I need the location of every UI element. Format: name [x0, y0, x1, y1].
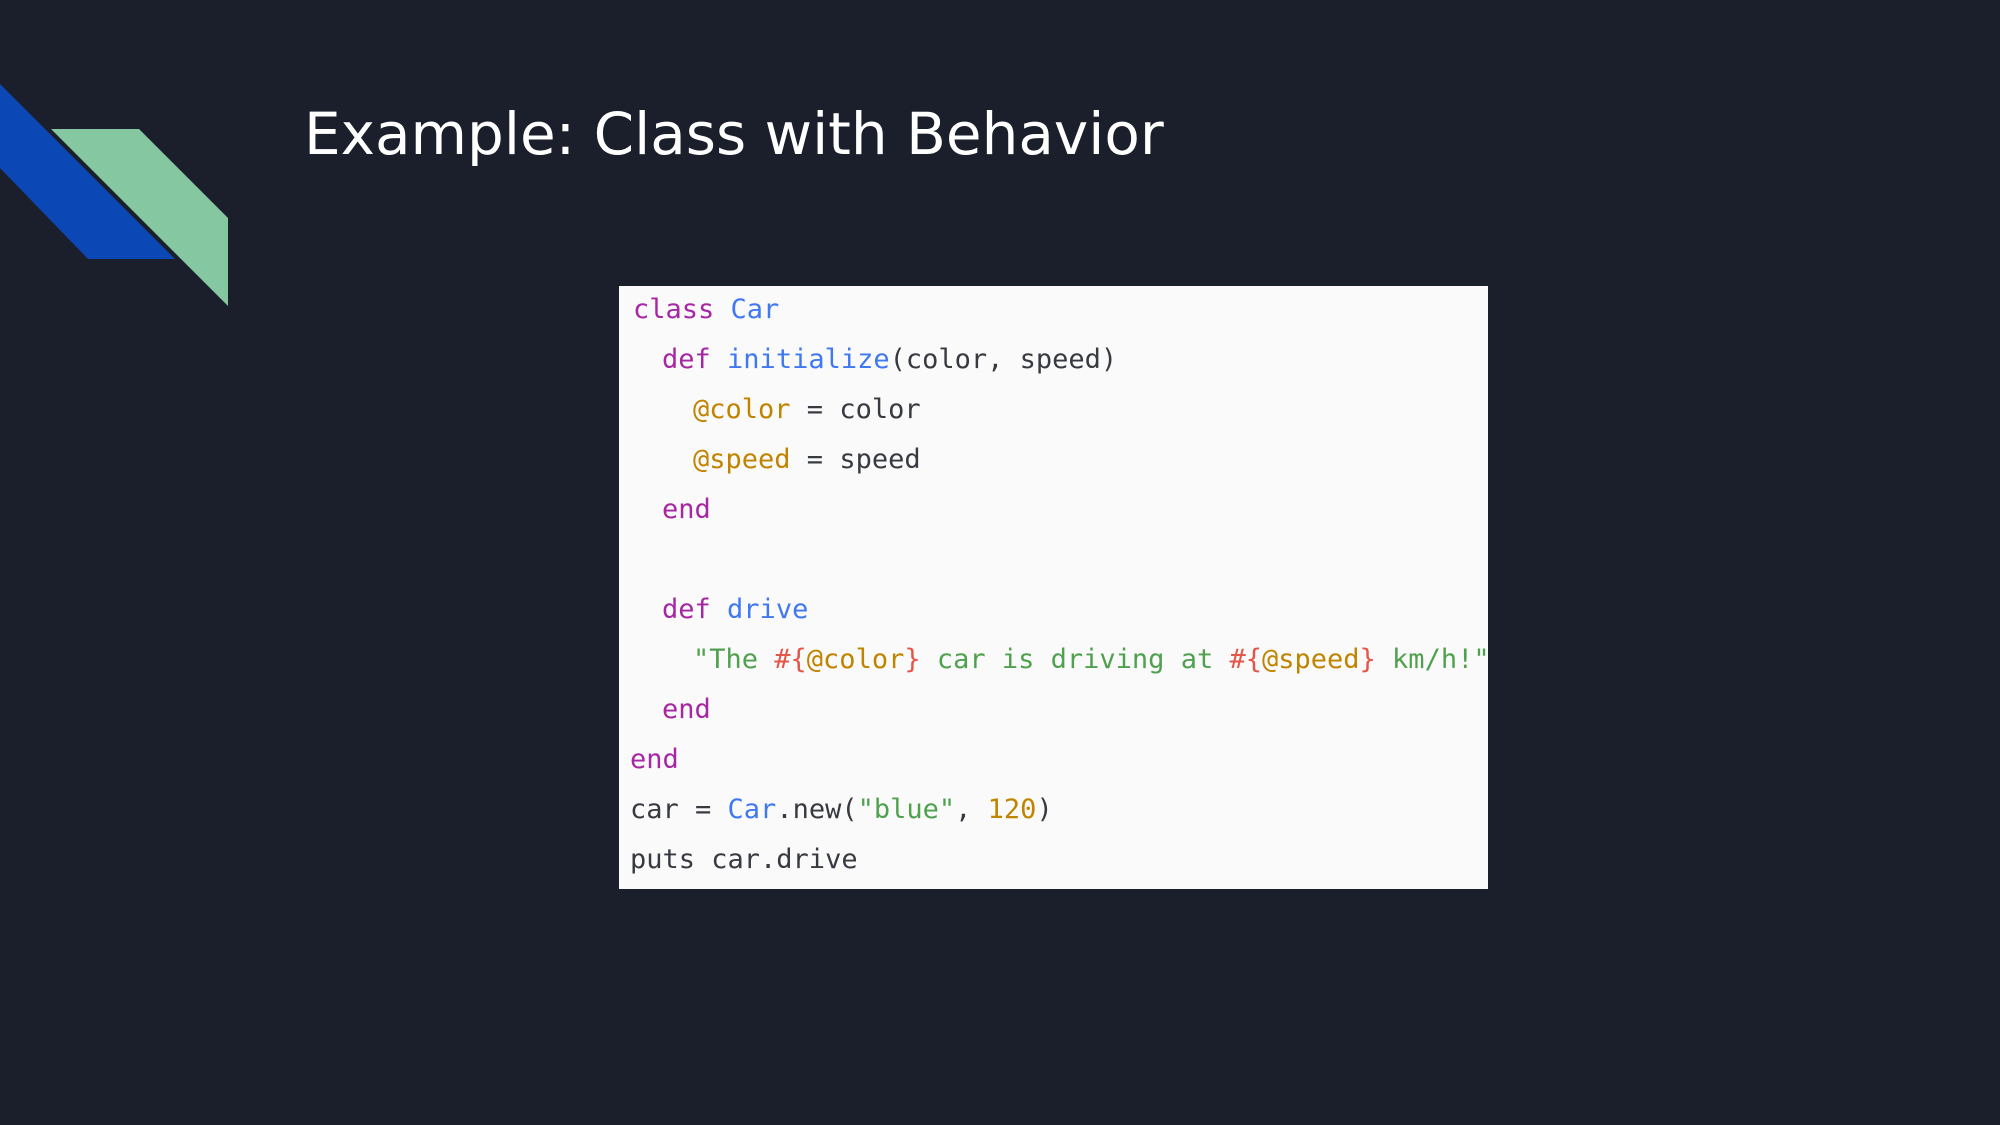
code-string: "blue" [857, 794, 956, 825]
code-string: km/h!" [1375, 644, 1490, 675]
corner-decoration [0, 84, 228, 306]
code-block: class Car def initialize(color, speed) @… [619, 286, 1490, 889]
code-instance-variable: @speed [1261, 644, 1360, 675]
code-method-name: drive [727, 594, 809, 625]
code-text: puts car.drive [630, 844, 858, 875]
code-number: 120 [987, 794, 1037, 825]
code-method-name: initialize [727, 344, 890, 375]
code-line-10: end [630, 740, 679, 780]
code-line-3: @color = color [693, 390, 921, 430]
code-instance-variable: @color [693, 394, 791, 425]
code-line-8: "The #{@color} car is driving at #{@spee… [693, 640, 1490, 680]
slide: Example: Class with Behavior class Car d… [0, 0, 2000, 1125]
code-keyword: def [662, 594, 711, 625]
code-keyword: end [662, 694, 711, 725]
code-string: car is driving at [920, 644, 1230, 675]
code-line-9: end [662, 690, 711, 730]
slide-title: Example: Class with Behavior [304, 100, 1164, 168]
code-instance-variable: @speed [693, 444, 791, 475]
code-string: "The [693, 644, 775, 675]
code-interpolation: #{ [774, 644, 807, 675]
code-interpolation: #{ [1229, 644, 1262, 675]
code-keyword: def [662, 344, 711, 375]
code-text: = color [790, 394, 921, 425]
code-text: .new( [776, 794, 858, 825]
code-text: ) [1036, 794, 1053, 825]
code-keyword: class [633, 294, 715, 325]
code-interpolation: } [904, 644, 921, 675]
code-text: car = [630, 794, 728, 825]
code-instance-variable: @color [806, 644, 905, 675]
code-line-7: def drive [662, 590, 808, 630]
code-keyword: end [630, 744, 679, 775]
code-line-2: def initialize(color, speed) [662, 340, 1117, 380]
code-line-12: puts car.drive [630, 840, 858, 880]
code-class-name: Car [727, 794, 777, 825]
code-line-5: end [662, 490, 711, 530]
code-interpolation: } [1359, 644, 1376, 675]
code-text: = speed [790, 444, 921, 475]
code-text: (color, speed) [889, 344, 1118, 375]
code-text: , [955, 794, 988, 825]
code-line-11: car = Car.new("blue", 120) [630, 790, 1053, 830]
code-line-1: class Car [633, 290, 779, 330]
code-keyword: end [662, 494, 711, 525]
code-line-4: @speed = speed [693, 440, 921, 480]
code-class-name: Car [730, 294, 780, 325]
